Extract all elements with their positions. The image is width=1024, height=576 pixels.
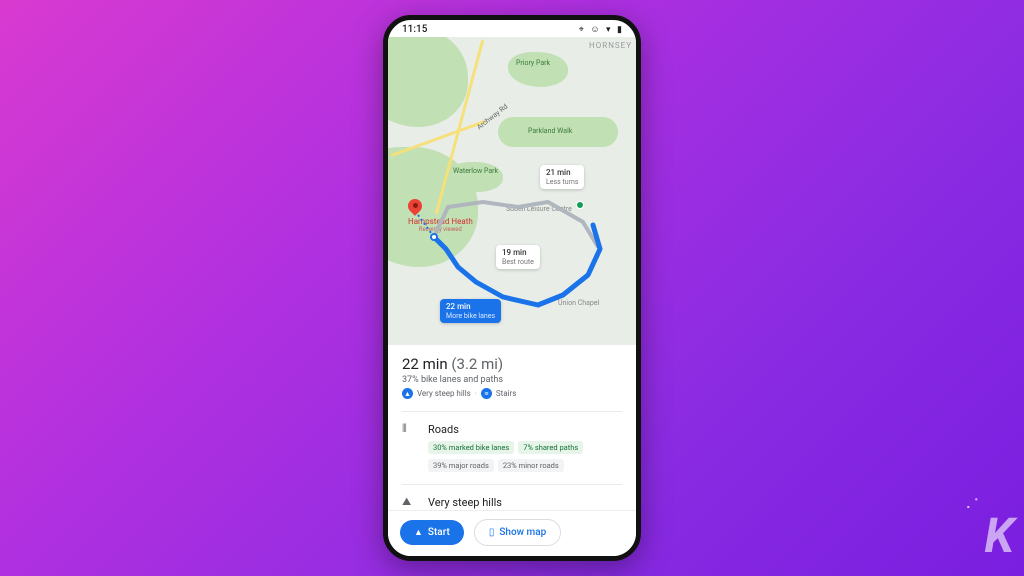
distance-value: (3.2 mi) <box>451 355 503 373</box>
navigate-icon: ▲ <box>414 527 423 538</box>
watermark-logo: K <box>984 507 1012 564</box>
status-icons: ⌖ ☺ ▾ ▮ <box>575 24 622 35</box>
chip-minor-roads: 23% minor roads <box>498 459 564 472</box>
roads-icon: ⦀ <box>402 422 416 436</box>
callout-time: 22 min <box>446 302 495 312</box>
show-map-label: Show map <box>499 527 546 538</box>
show-map-button[interactable]: ▯ Show map <box>474 519 561 546</box>
steep-section: ⛰ Very steep hills <box>402 484 622 509</box>
route-callout-best[interactable]: 19 min Best route <box>496 245 540 269</box>
park-shape <box>508 52 568 87</box>
location-icon: ⌖ <box>579 25 584 35</box>
phone-frame: 11:15 ⌖ ☺ ▾ ▮ HORNSEY Priory Park Parkla… <box>383 15 641 561</box>
park-label: Waterlow Park <box>453 167 498 175</box>
chip-shared-paths: 7% shared paths <box>518 441 583 454</box>
clock: 11:15 <box>402 24 427 35</box>
callout-time: 19 min <box>502 248 534 258</box>
destination-sub: Recently viewed <box>408 226 473 233</box>
map-view[interactable]: HORNSEY Priory Park Parkland Walk Waterl… <box>388 37 636 345</box>
route-callout-alt[interactable]: 21 min Less turns <box>540 165 584 189</box>
separator: · <box>475 389 477 398</box>
wifi-icon: ▾ <box>606 25 611 35</box>
park-shape <box>388 37 468 127</box>
start-button[interactable]: ▲ Start <box>400 520 464 545</box>
destination-label: Hampstead Heath Recently viewed <box>408 217 473 233</box>
route-duration: 22 min (3.2 mi) <box>402 355 622 373</box>
duration-value: 22 min <box>402 355 448 373</box>
park-label: Priory Park <box>516 59 550 67</box>
section-title: Very steep hills <box>428 496 502 509</box>
chip-major-roads: 39% major roads <box>428 459 494 472</box>
route-panel: 22 min (3.2 mi) 37% bike lanes and paths… <box>388 345 636 509</box>
poi-label: Sobell Leisure Centre <box>506 205 572 213</box>
road-chips-2: 39% major roads 23% minor roads <box>428 459 622 472</box>
battery-icon: ▮ <box>617 25 622 35</box>
bottom-action-bar: ▲ Start ▯ Show map <box>388 510 636 556</box>
status-bar: 11:15 ⌖ ☺ ▾ ▮ <box>388 20 636 37</box>
roads-section: ⦀ Roads 30% marked bike lanes 7% shared … <box>402 411 622 472</box>
chip-bike-lanes: 30% marked bike lanes <box>428 441 514 454</box>
hills-icon: ▲ <box>402 388 413 399</box>
route-subline: 37% bike lanes and paths <box>402 375 622 385</box>
park-label: Parkland Walk <box>528 127 572 135</box>
map-area-label: HORNSEY <box>589 41 632 50</box>
road-chips: 30% marked bike lanes 7% shared paths <box>428 441 622 454</box>
warning-stairs: Stairs <box>496 389 517 398</box>
mountain-icon: ⛰ <box>402 495 416 509</box>
map-icon: ▯ <box>489 527 495 538</box>
warnings-row: ▲ Very steep hills · ≡ Stairs <box>402 388 622 399</box>
poi-dot-icon[interactable] <box>576 201 584 209</box>
origin-dot-icon <box>430 233 438 241</box>
callout-sub: Less turns <box>546 178 578 186</box>
route-callout-active[interactable]: 22 min More bike lanes <box>440 299 501 323</box>
destination-pin-icon[interactable] <box>408 199 422 219</box>
callout-sub: More bike lanes <box>446 312 495 320</box>
section-title: Roads <box>428 423 459 436</box>
start-label: Start <box>428 527 450 538</box>
poi-label: Union Chapel <box>558 299 599 307</box>
callout-sub: Best route <box>502 258 534 266</box>
face-icon: ☺ <box>590 25 599 35</box>
stairs-icon: ≡ <box>481 388 492 399</box>
callout-time: 21 min <box>546 168 578 178</box>
warning-hills: Very steep hills <box>417 389 471 398</box>
